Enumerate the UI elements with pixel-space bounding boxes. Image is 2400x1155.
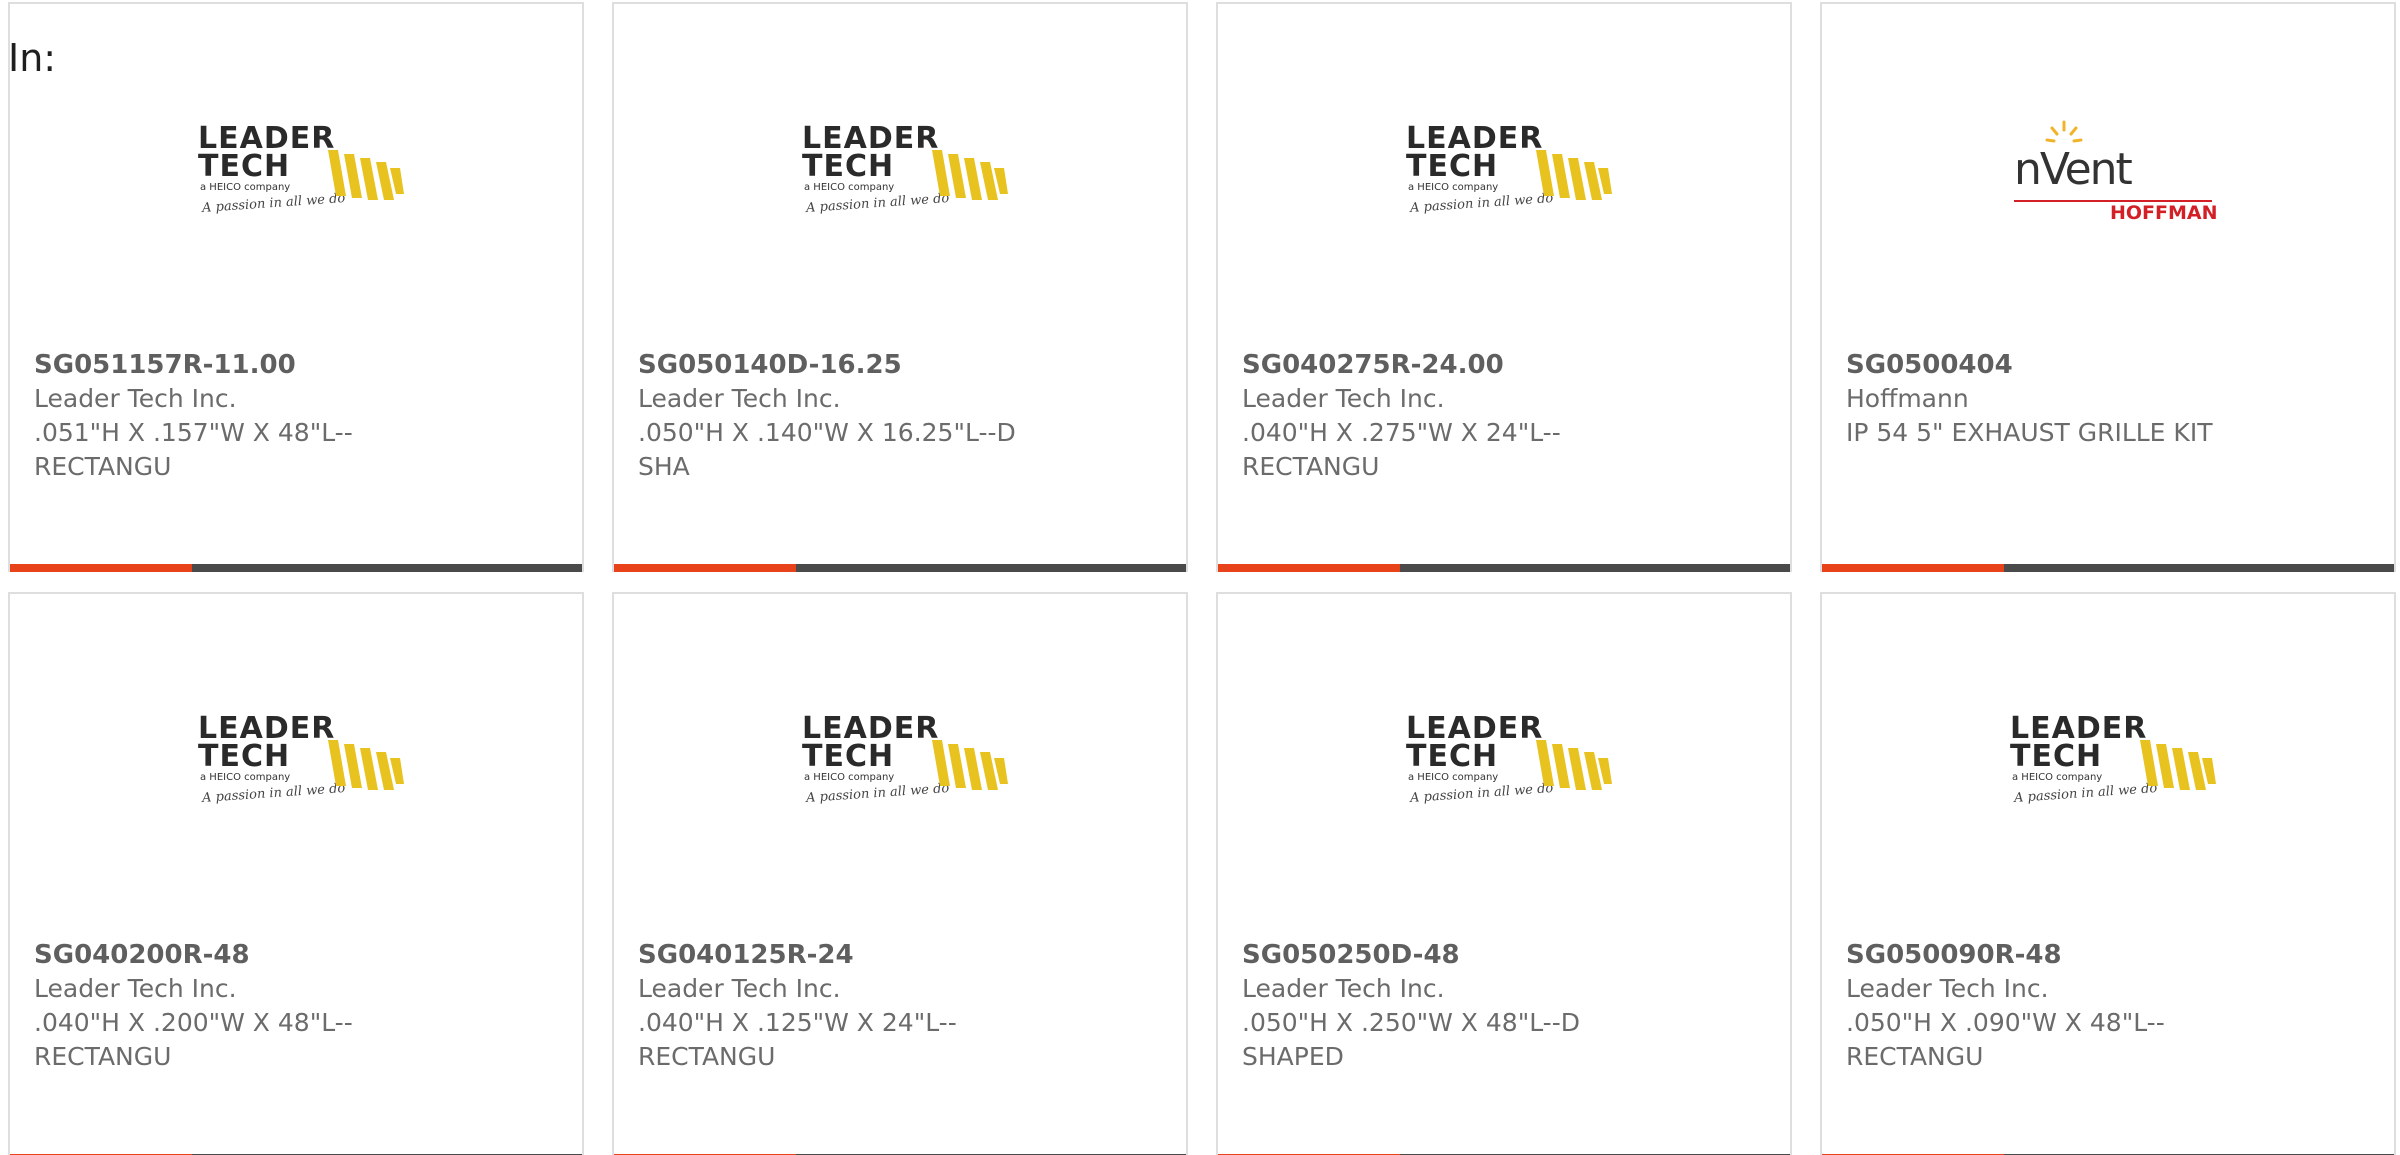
leader-stripes-icon [932,740,1008,790]
leader-stripes-icon [2140,740,2216,790]
logo-word-tech: TECH [802,149,895,184]
product-card[interactable]: LEADER TECH a HEICO company A passion in… [8,592,584,1155]
product-sku[interactable]: SG040125R-24 [638,938,1158,972]
card-accent-bar [1218,564,1400,572]
product-info: SG040275R-24.00 Leader Tech Inc. .040"H … [1242,348,1762,484]
card-accent-bar [10,564,192,572]
product-brand: Leader Tech Inc. [638,384,841,413]
product-info: SG040200R-48 Leader Tech Inc. .040"H X .… [34,938,554,1074]
product-description: .050"H X .140"W X 16.25"L--D SHA [638,418,1016,481]
product-image[interactable]: LEADER TECH a HEICO company A passion in… [10,704,582,824]
product-sku[interactable]: SG0500404 [1846,348,2366,382]
product-sku[interactable]: SG050140D-16.25 [638,348,1158,382]
nvent-hoffman-logo: nVent HOFFMAN [2010,114,2218,226]
product-brand: Leader Tech Inc. [1846,974,2049,1003]
in-label: In: [8,36,57,80]
leader-tech-logo: LEADER TECH a HEICO company A passion in… [198,114,404,226]
card-bottom-bar [10,564,582,572]
logo-company: a HEICO company [804,182,895,193]
product-card[interactable]: LEADER TECH a HEICO company A passion in… [1820,592,2396,1155]
product-sku[interactable]: SG040275R-24.00 [1242,348,1762,382]
product-image[interactable]: LEADER TECH a HEICO company A passion in… [614,704,1186,824]
product-card[interactable]: LEADER TECH a HEICO company A passion in… [612,592,1188,1155]
product-sku[interactable]: SG051157R-11.00 [34,348,554,382]
leader-stripes-icon [1536,740,1612,790]
product-brand: Hoffmann [1846,384,1969,413]
logo-word-tech: TECH [198,149,291,184]
product-info: SG051157R-11.00 Leader Tech Inc. .051"H … [34,348,554,484]
product-image[interactable]: nVent HOFFMAN [1822,114,2394,234]
card-accent-bar [1822,564,2004,572]
product-image[interactable]: LEADER TECH a HEICO company A passion in… [614,114,1186,234]
product-image[interactable]: LEADER TECH a HEICO company A passion in… [10,114,582,234]
leader-stripes-icon [932,150,1008,200]
logo-company: a HEICO company [804,772,895,783]
leader-stripes-icon [1536,150,1612,200]
leader-tech-logo: LEADER TECH a HEICO company A passion in… [802,114,1008,226]
product-grid-page: In: LEADER TECH a HEICO company A passio… [0,0,2400,1155]
product-info: SG0500404 Hoffmann IP 54 5" EXHAUST GRIL… [1846,348,2366,450]
product-card[interactable]: LEADER TECH a HEICO company A passion in… [1216,2,1792,572]
logo-company: a HEICO company [200,182,291,193]
product-image[interactable]: LEADER TECH a HEICO company A passion in… [1218,704,1790,824]
product-info: SG050140D-16.25 Leader Tech Inc. .050"H … [638,348,1158,484]
product-image[interactable]: LEADER TECH a HEICO company A passion in… [1218,114,1790,234]
product-sku[interactable]: SG040200R-48 [34,938,554,972]
logo-company: a HEICO company [2012,772,2103,783]
product-brand: Leader Tech Inc. [34,974,237,1003]
card-bottom-bar [614,564,1186,572]
leader-stripes-icon [328,150,404,200]
product-sku[interactable]: SG050090R-48 [1846,938,2366,972]
leader-tech-logo: LEADER TECH a HEICO company A passion in… [198,704,404,816]
logo-company: a HEICO company [1408,772,1499,783]
card-bottom-bar [1822,564,2394,572]
logo-word-nvent: nVent [2014,144,2133,195]
product-description: .040"H X .200"W X 48"L-- RECTANGU [34,1008,353,1071]
product-card[interactable]: nVent HOFFMAN SG0500404 Hoffmann IP 54 5… [1820,2,2396,572]
product-card[interactable]: LEADER TECH a HEICO company A passion in… [1216,592,1792,1155]
logo-word-tech: TECH [2010,739,2103,774]
product-brand: Leader Tech Inc. [638,974,841,1003]
logo-company: a HEICO company [200,772,291,783]
leader-tech-logo: LEADER TECH a HEICO company A passion in… [2010,704,2216,816]
logo-word-tech: TECH [1406,149,1499,184]
leader-stripes-icon [328,740,404,790]
leader-tech-logo: LEADER TECH a HEICO company A passion in… [1406,704,1612,816]
product-info: SG050250D-48 Leader Tech Inc. .050"H X .… [1242,938,1762,1074]
logo-word-tech: TECH [198,739,291,774]
product-sku[interactable]: SG050250D-48 [1242,938,1762,972]
product-description: .051"H X .157"W X 48"L-- RECTANGU [34,418,353,481]
product-description: .040"H X .125"W X 24"L-- RECTANGU [638,1008,957,1071]
product-brand: Leader Tech Inc. [1242,384,1445,413]
logo-word-tech: TECH [1406,739,1499,774]
product-description: .050"H X .250"W X 48"L--D SHAPED [1242,1008,1580,1071]
leader-tech-logo: LEADER TECH a HEICO company A passion in… [1406,114,1612,226]
leader-tech-logo: LEADER TECH a HEICO company A passion in… [802,704,1008,816]
product-brand: Leader Tech Inc. [34,384,237,413]
product-image[interactable]: LEADER TECH a HEICO company A passion in… [1822,704,2394,824]
logo-word-tech: TECH [802,739,895,774]
product-info: SG040125R-24 Leader Tech Inc. .040"H X .… [638,938,1158,1074]
card-bottom-bar [1218,564,1790,572]
card-accent-bar [614,564,796,572]
product-description: IP 54 5" EXHAUST GRILLE KIT [1846,418,2213,447]
product-brand: Leader Tech Inc. [1242,974,1445,1003]
product-description: .040"H X .275"W X 24"L-- RECTANGU [1242,418,1561,481]
logo-word-hoffman: HOFFMAN [2110,202,2218,224]
product-card[interactable]: LEADER TECH a HEICO company A passion in… [612,2,1188,572]
logo-company: a HEICO company [1408,182,1499,193]
product-info: SG050090R-48 Leader Tech Inc. .050"H X .… [1846,938,2366,1074]
product-card[interactable]: LEADER TECH a HEICO company A passion in… [8,2,584,572]
product-description: .050"H X .090"W X 48"L-- RECTANGU [1846,1008,2165,1071]
